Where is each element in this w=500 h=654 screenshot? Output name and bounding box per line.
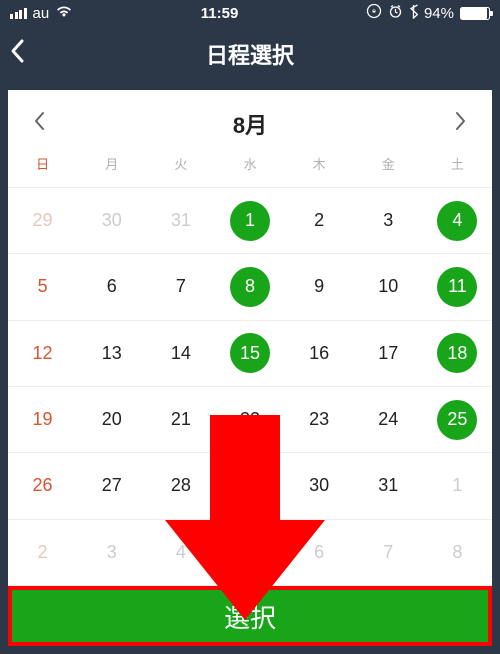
calendar-day[interactable]: 14 [146, 321, 215, 386]
next-month-button[interactable] [448, 110, 474, 139]
calendar-row: 121314 15 1617 18 [8, 321, 492, 387]
month-nav: 8月 [8, 90, 492, 150]
calendar-day: 29 [8, 188, 77, 253]
weekday-label: 日 [8, 154, 77, 173]
calendar-day[interactable]: 2 [285, 188, 354, 253]
calendar-day[interactable]: 8 [215, 254, 284, 319]
orientation-lock-icon [366, 3, 382, 23]
status-left: au [10, 4, 73, 22]
calendar-day: 1 [423, 453, 492, 518]
weekday-label: 火 [146, 154, 215, 173]
prev-month-button[interactable] [26, 110, 52, 139]
calendar-day[interactable]: 21 [146, 387, 215, 452]
selected-day-marker: 25 [437, 400, 477, 440]
status-right: 94% [366, 3, 490, 23]
nav-bar: 日程選択 [0, 26, 500, 82]
calendar-day[interactable]: 7 [146, 254, 215, 319]
calendar-day[interactable]: 3 [354, 188, 423, 253]
calendar-row: 2345678 [8, 520, 492, 586]
calendar-day[interactable]: 4 [423, 188, 492, 253]
selected-day-marker: 18 [437, 333, 477, 373]
calendar-day[interactable]: 9 [285, 254, 354, 319]
calendar-day[interactable]: 27 [77, 453, 146, 518]
calendar-grid: 2930311234567891011121314151617181920212… [8, 187, 492, 586]
weekday-label: 月 [77, 154, 146, 173]
calendar-day[interactable]: 13 [77, 321, 146, 386]
select-button[interactable]: 選択 [8, 586, 492, 646]
calendar-day[interactable]: 1 [215, 188, 284, 253]
calendar-day[interactable]: 22 [215, 387, 284, 452]
calendar-day: 30 [77, 188, 146, 253]
selected-day-marker: 8 [230, 267, 270, 307]
calendar-day: 4 [146, 520, 215, 585]
battery-pct: 94% [424, 5, 454, 22]
calendar-day: 6 [285, 520, 354, 585]
calendar-day[interactable]: 31 [354, 453, 423, 518]
status-bar: au 11:59 94% [0, 0, 500, 26]
selected-day-marker: 4 [437, 201, 477, 241]
calendar-day[interactable]: 6 [77, 254, 146, 319]
calendar-day[interactable]: 30 [285, 453, 354, 518]
weekday-label: 水 [215, 154, 284, 173]
alarm-icon [388, 4, 403, 23]
weekday-label: 木 [285, 154, 354, 173]
wifi-icon [55, 4, 73, 22]
month-label: 8月 [233, 108, 267, 140]
calendar-day[interactable]: 16 [285, 321, 354, 386]
calendar-day: 3 [77, 520, 146, 585]
calendar-day[interactable]: 17 [354, 321, 423, 386]
calendar-row: 293031 1234 [8, 188, 492, 254]
calendar-day[interactable]: 15 [215, 321, 284, 386]
calendar-day: 8 [423, 520, 492, 585]
calendar-day[interactable]: 28 [146, 453, 215, 518]
weekday-row: 日月火水木金土 [8, 150, 492, 187]
bluetooth-icon [409, 4, 418, 23]
page-title: 日程選択 [206, 38, 294, 70]
calendar-day[interactable]: 20 [77, 387, 146, 452]
calendar-day[interactable]: 11 [423, 254, 492, 319]
calendar-day[interactable]: 19 [8, 387, 77, 452]
selected-day-marker: 1 [230, 201, 270, 241]
calendar-row: 5678910 11 [8, 254, 492, 320]
status-time: 11:59 [201, 5, 239, 22]
weekday-label: 土 [423, 154, 492, 173]
calendar-day[interactable]: 24 [354, 387, 423, 452]
calendar-day: 31 [146, 188, 215, 253]
calendar-card: 8月 日月火水木金土 29303112345678910111213141516… [8, 90, 492, 646]
calendar-day[interactable]: 12 [8, 321, 77, 386]
calendar-day[interactable]: 26 [8, 453, 77, 518]
calendar-row: 192021222324 25 [8, 387, 492, 453]
battery-icon [460, 7, 490, 20]
calendar-day[interactable]: 10 [354, 254, 423, 319]
weekday-label: 金 [354, 154, 423, 173]
signal-icon [10, 8, 27, 19]
calendar-day: 5 [215, 520, 284, 585]
calendar-day[interactable]: 25 [423, 387, 492, 452]
calendar-day[interactable]: 5 [8, 254, 77, 319]
carrier-label: au [33, 5, 50, 22]
calendar-day[interactable]: 18 [423, 321, 492, 386]
calendar-day: 2 [8, 520, 77, 585]
selected-day-marker: 11 [437, 267, 477, 307]
selected-day-marker: 15 [230, 333, 270, 373]
back-button[interactable] [8, 37, 26, 71]
calendar-day: 7 [354, 520, 423, 585]
calendar-row: 2627282930311 [8, 453, 492, 519]
calendar-day[interactable]: 23 [285, 387, 354, 452]
calendar-day[interactable]: 29 [215, 453, 284, 518]
